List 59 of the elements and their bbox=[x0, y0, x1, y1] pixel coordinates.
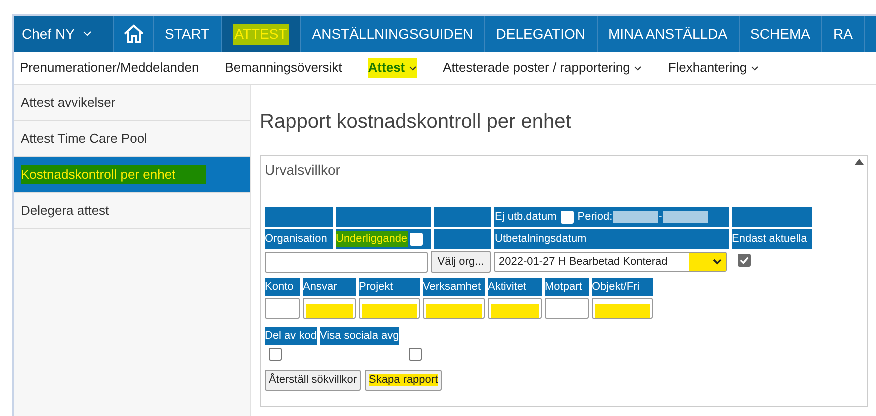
payment-date-select[interactable]: 2022-01-27 H Bearbetad Konterad bbox=[494, 252, 727, 272]
chevron-down-icon bbox=[409, 66, 418, 70]
option-label: Del av kod bbox=[265, 327, 317, 345]
nav-tab[interactable]: ANSTÄLLNINGSGUIDEN bbox=[301, 16, 486, 52]
organisation-field[interactable] bbox=[265, 252, 428, 272]
header-cell bbox=[434, 207, 491, 227]
code-label: Ansvar bbox=[303, 278, 356, 296]
endast-label: Endast aktuella bbox=[732, 229, 812, 249]
chevron-down-icon bbox=[751, 66, 760, 70]
header-cell bbox=[434, 229, 491, 249]
sidebar-item[interactable]: Attest avvikelser bbox=[14, 85, 250, 121]
nav-tab[interactable]: DELEGATION bbox=[485, 16, 598, 52]
code-field[interactable] bbox=[423, 298, 485, 319]
code-label: Motpart bbox=[545, 278, 589, 296]
chevron-down-icon bbox=[713, 259, 722, 265]
code-field[interactable] bbox=[545, 298, 589, 319]
subnav-link[interactable]: Attest bbox=[368, 58, 418, 78]
code-label: Projekt bbox=[359, 278, 420, 296]
choose-org-button[interactable]: Välj org... bbox=[431, 251, 491, 273]
chevron-down-icon bbox=[634, 66, 642, 70]
underliggande-label: Underliggande bbox=[336, 230, 408, 248]
period-to-field[interactable] bbox=[663, 211, 708, 223]
code-field[interactable] bbox=[359, 298, 420, 319]
page-title: Rapport kostnadskontroll per enhet bbox=[260, 110, 572, 135]
panel-title: Urvalsvillkor bbox=[265, 161, 340, 180]
subnav-link[interactable]: Bemanningsöversikt bbox=[225, 58, 342, 78]
home-icon bbox=[122, 24, 144, 44]
header-cell bbox=[265, 207, 333, 227]
subnav-link[interactable]: Attesterade poster / rapportering bbox=[443, 58, 642, 78]
collapse-icon[interactable] bbox=[855, 159, 864, 165]
code-label: Konto bbox=[265, 278, 300, 296]
code-field[interactable] bbox=[488, 298, 542, 319]
checkbox[interactable] bbox=[269, 348, 282, 361]
code-label: Verksamhet bbox=[423, 278, 485, 296]
code-field[interactable] bbox=[265, 298, 300, 319]
ej-utb-label: Ej utb.datum bbox=[495, 210, 557, 225]
nav-tab[interactable]: SCHEMA bbox=[740, 16, 822, 52]
panel-button[interactable]: Återställ sökvillkor bbox=[265, 370, 362, 390]
nav-tab[interactable]: MINA ANSTÄLLDA bbox=[598, 16, 740, 52]
code-label: Aktivitet bbox=[488, 278, 542, 296]
org-label: Organisation bbox=[265, 229, 333, 249]
checkmark-icon bbox=[740, 256, 749, 265]
period-label: Period: bbox=[578, 210, 613, 225]
period-from-field[interactable] bbox=[612, 211, 658, 223]
sidebar-item[interactable]: Kostnadskontroll per enhet bbox=[14, 157, 250, 193]
code-field[interactable] bbox=[592, 298, 653, 319]
option-label: Visa sociala avg bbox=[320, 327, 400, 345]
checkbox[interactable] bbox=[738, 254, 751, 267]
sidebar-item[interactable]: Delegera attest bbox=[14, 193, 250, 229]
subnav-link[interactable]: Flexhantering bbox=[668, 58, 760, 78]
nav-tab[interactable]: RA bbox=[822, 16, 865, 52]
checkbox[interactable] bbox=[409, 348, 422, 361]
chevron-down-icon bbox=[82, 31, 92, 37]
utbetalning-label: Utbetalningsdatum bbox=[494, 229, 729, 249]
code-label: Objekt/Fri bbox=[592, 278, 653, 296]
period-separator: - bbox=[658, 210, 662, 225]
code-field[interactable] bbox=[303, 298, 356, 319]
user-menu[interactable]: Chef NY bbox=[14, 16, 114, 52]
subnav-link[interactable]: Prenumerationer/Meddelanden bbox=[20, 58, 200, 78]
